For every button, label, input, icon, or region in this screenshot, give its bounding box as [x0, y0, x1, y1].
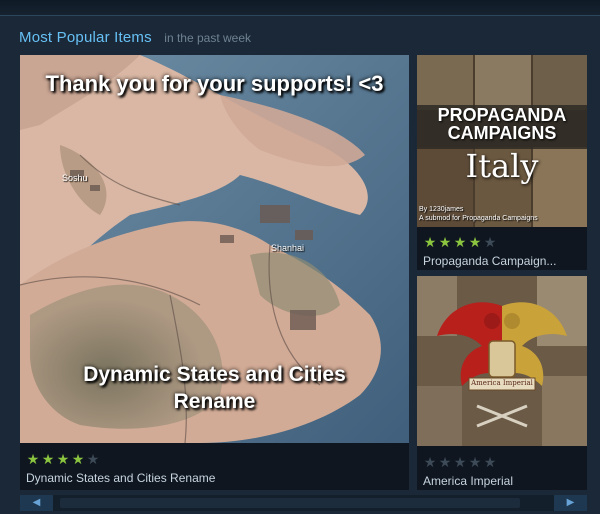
- star-icon: ★: [453, 234, 467, 250]
- art-title-campaigns: CAMPAIGNS: [447, 123, 557, 143]
- arrow-left-icon[interactable]: ◀: [20, 495, 53, 511]
- item-meta: ★ ★ ★ ★ ★ America Imperial: [417, 446, 587, 490]
- star-icon: ★: [483, 454, 497, 470]
- popular-item-card[interactable]: America Imperial ★ ★ ★ ★ ★ America Imperial: [417, 276, 587, 490]
- star-icon: ★: [26, 451, 40, 467]
- star-icon: ★: [86, 451, 100, 467]
- popular-item-card[interactable]: PROPAGANDA CAMPAIGNS Italy By 1230james …: [417, 55, 587, 270]
- item-title[interactable]: Propaganda Campaign...: [423, 254, 587, 268]
- star-icon: ★: [468, 454, 482, 470]
- star-icon: ★: [71, 451, 85, 467]
- item-meta: ★ ★ ★ ★ ★ Dynamic States and Cities Rename: [20, 443, 409, 490]
- arrow-right-icon[interactable]: ▶: [554, 495, 587, 511]
- scroll-thumb[interactable]: [60, 498, 520, 508]
- art-credit-author: By 1230james: [419, 206, 464, 213]
- rating-stars: ★ ★ ★ ★ ★: [26, 452, 409, 466]
- star-icon: ★: [423, 234, 437, 250]
- section-subtitle: in the past week: [164, 31, 251, 45]
- star-icon: ★: [468, 234, 482, 250]
- carousel-scrollbar[interactable]: ◀ ▶: [20, 495, 587, 511]
- top-bar: [0, 0, 600, 16]
- item-caption-text: Dynamic States and Cities Rename: [83, 363, 346, 413]
- map-label-shanhai: Shanhai: [271, 243, 305, 253]
- star-icon: ★: [56, 451, 70, 467]
- star-icon: ★: [438, 234, 452, 250]
- section-title[interactable]: Most Popular Items: [19, 29, 152, 46]
- item-preview-image[interactable]: PROPAGANDA CAMPAIGNS Italy By 1230james …: [417, 55, 587, 227]
- item-preview-image[interactable]: Thank you for your supports! <3 Soshu Sh…: [20, 55, 409, 443]
- map-label-soshu: Soshu: [62, 173, 88, 183]
- art-script-italy: Italy: [465, 147, 539, 185]
- section-header: Most Popular Items in the past week: [19, 29, 251, 49]
- item-preview-image[interactable]: America Imperial: [417, 276, 587, 446]
- art-credit-submod: A submod for Propaganda Campaigns: [419, 215, 538, 222]
- star-icon: ★: [453, 454, 467, 470]
- art-banner-text: America Imperial: [471, 379, 533, 387]
- item-meta: ★ ★ ★ ★ ★ Propaganda Campaign...: [417, 227, 587, 270]
- star-icon: ★: [438, 454, 452, 470]
- item-banner-text: Thank you for your supports! <3: [45, 71, 384, 96]
- item-title[interactable]: Dynamic States and Cities Rename: [26, 471, 409, 485]
- eagle-artwork: [417, 276, 587, 446]
- rating-stars: ★ ★ ★ ★ ★: [423, 455, 587, 469]
- rating-stars: ★ ★ ★ ★ ★: [423, 235, 587, 249]
- star-icon: ★: [41, 451, 55, 467]
- star-icon: ★: [423, 454, 437, 470]
- item-title[interactable]: America Imperial: [423, 474, 587, 488]
- star-icon: ★: [483, 234, 497, 250]
- featured-item-card[interactable]: Thank you for your supports! <3 Soshu Sh…: [20, 55, 409, 490]
